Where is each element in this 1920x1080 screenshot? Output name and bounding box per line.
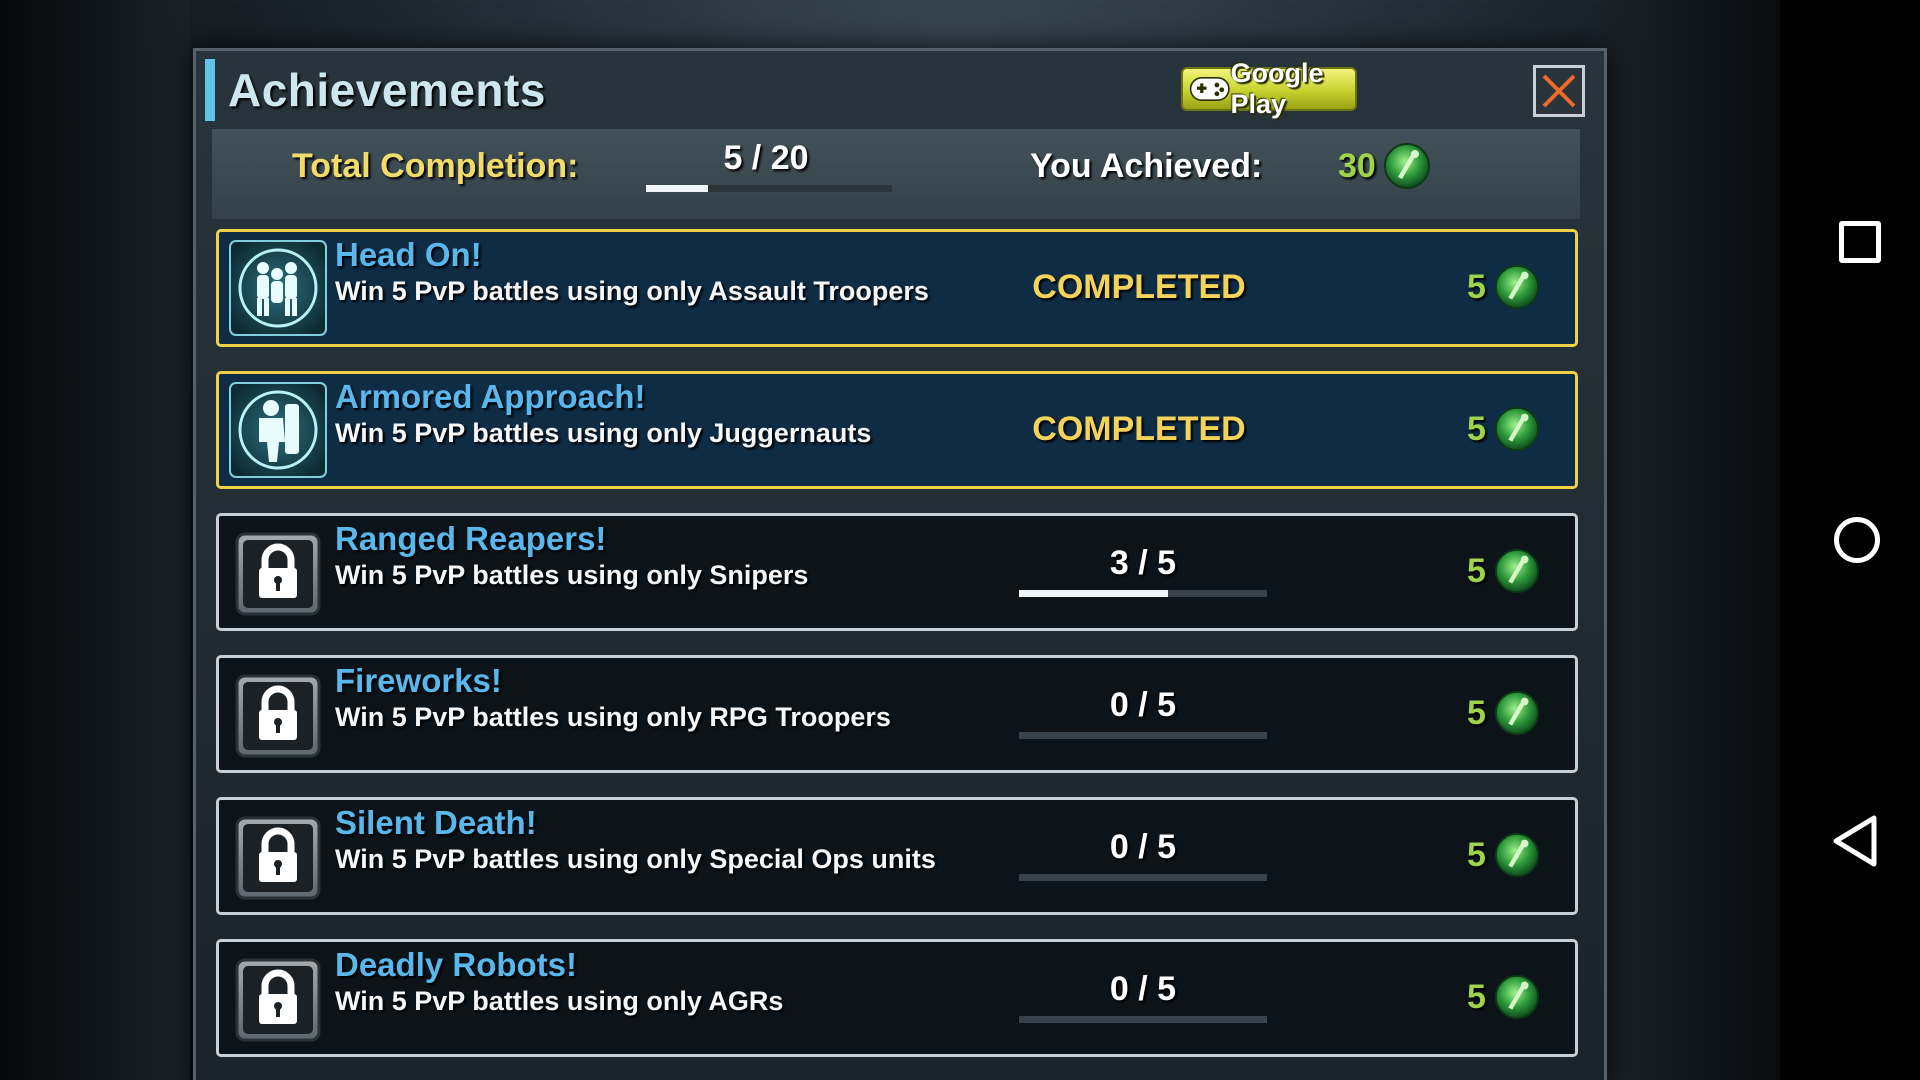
total-completion-fill <box>646 185 708 192</box>
achievement-progress-bar <box>1019 732 1267 739</box>
achievement-progress-value: 0 / 5 <box>1109 970 1177 1008</box>
reward-points: 5 <box>1467 552 1486 590</box>
achievement-title: Ranged Reapers! <box>335 520 607 557</box>
lock-icon <box>229 524 327 620</box>
achievement-description: Win 5 PvP battles using only RPG Trooper… <box>335 702 891 732</box>
reward-points: 5 <box>1467 410 1486 448</box>
achievement-progress-value: 0 / 5 <box>1109 686 1177 724</box>
juggernaut-icon <box>229 382 327 478</box>
achievement-description: Win 5 PvP battles using only Snipers <box>335 560 809 590</box>
completion-summary: Total Completion: 5 / 20 You Achieved: 3… <box>212 129 1580 219</box>
total-completion-value: 5 / 20 <box>723 139 809 177</box>
google-play-label: Google Play <box>1230 58 1324 119</box>
close-icon <box>1542 74 1576 108</box>
total-completion-label: Total Completion: <box>292 147 579 185</box>
you-achieved-label: You Achieved: <box>1030 147 1263 185</box>
google-play-button[interactable]: Google Play <box>1181 58 1357 119</box>
reward-points: 5 <box>1467 836 1486 874</box>
home-button[interactable] <box>1826 509 1888 571</box>
square-icon <box>1839 221 1881 263</box>
achievement-progress-value: 3 / 5 <box>1109 544 1177 582</box>
achievement-row[interactable]: Ranged Reapers! Win 5 PvP battles using o… <box>216 513 1578 631</box>
achievement-description: Win 5 PvP battles using only AGRs <box>335 986 784 1016</box>
lock-icon <box>229 808 327 904</box>
achievement-description: Win 5 PvP battles using only Special Ops… <box>335 844 936 874</box>
reward-coin-icon <box>1493 544 1541 598</box>
recents-button[interactable] <box>1826 208 1888 270</box>
game-screen: Achievements Google Play Total Completio… <box>0 0 1920 1080</box>
reward-coin-icon <box>1493 828 1541 882</box>
assault-troopers-icon <box>229 240 327 336</box>
achievements-panel: Achievements Google Play Total Completio… <box>193 48 1607 1080</box>
achievement-title: Armored Approach! <box>335 378 646 415</box>
achievement-row[interactable]: Deadly Robots! Win 5 PvP battles using on… <box>216 939 1578 1057</box>
reward-coin-icon <box>1493 970 1541 1024</box>
lock-icon <box>229 666 327 762</box>
reward-points: 5 <box>1467 978 1486 1016</box>
achievement-progress-bar <box>1019 1016 1267 1023</box>
reward-points: 5 <box>1467 268 1486 306</box>
background-right <box>1600 0 1810 1080</box>
back-button[interactable] <box>1826 810 1888 872</box>
page-title: Achievements <box>228 64 546 116</box>
completed-status: COMPLETED <box>1032 268 1246 306</box>
reward-coin-icon <box>1493 402 1541 456</box>
achievement-row[interactable]: Fireworks! Win 5 PvP battles using only R… <box>216 655 1578 773</box>
total-completion-bar <box>646 185 892 192</box>
achieved-points: 30 <box>1338 147 1376 185</box>
completed-status: COMPLETED <box>1032 410 1246 448</box>
achievement-title: Head On! <box>335 236 482 273</box>
achievement-title: Silent Death! <box>335 804 537 841</box>
achievement-description: Win 5 PvP battles using only Juggernauts <box>335 418 872 448</box>
achievement-row[interactable]: Silent Death! Win 5 PvP battles using onl… <box>216 797 1578 915</box>
achievement-progress-fill <box>1019 590 1168 597</box>
achievement-title: Deadly Robots! <box>335 946 578 983</box>
achievement-progress-bar <box>1019 874 1267 881</box>
title-accent-bar <box>205 59 215 121</box>
circle-icon <box>1834 517 1880 563</box>
achievement-row[interactable]: Head On! Win 5 PvP battles using only Ass… <box>216 229 1578 347</box>
background-left <box>0 0 190 1080</box>
achievement-title: Fireworks! <box>335 662 502 699</box>
triangle-back-icon <box>1833 815 1877 867</box>
reward-coin-icon <box>1493 260 1541 314</box>
gamepad-icon <box>1189 77 1230 101</box>
achievement-progress-value: 0 / 5 <box>1109 828 1177 866</box>
reward-coin-icon <box>1384 143 1430 189</box>
achievement-row[interactable]: Armored Approach! Win 5 PvP battles using… <box>216 371 1578 489</box>
reward-points: 5 <box>1467 694 1486 732</box>
achievement-description: Win 5 PvP battles using only Assault Tro… <box>335 276 929 306</box>
reward-coin-icon <box>1493 686 1541 740</box>
lock-icon <box>229 950 327 1046</box>
close-button[interactable] <box>1533 65 1585 117</box>
achievement-progress-bar <box>1019 590 1267 597</box>
